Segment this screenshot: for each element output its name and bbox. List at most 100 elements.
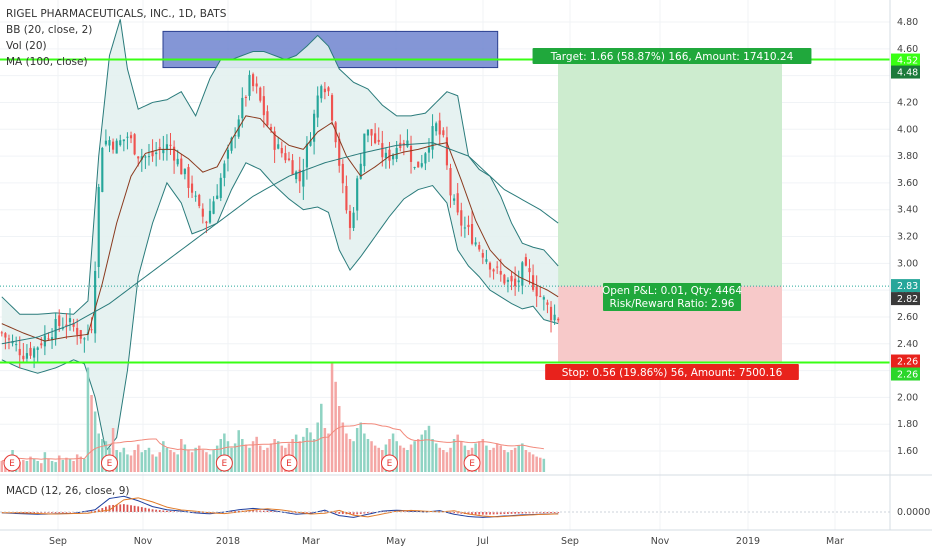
price-axis-tick: 2.00 [897, 392, 918, 403]
volume-bar [503, 450, 506, 472]
volume-bar [309, 432, 312, 472]
macd-histogram-bar [133, 505, 136, 512]
volume-bar [409, 444, 413, 472]
candle-body [305, 143, 308, 168]
volume-bar [68, 458, 72, 472]
volume-bar [212, 450, 215, 472]
target-label-text: Target: 1.66 (58.87%) 166, Amount: 17410… [550, 51, 794, 63]
price-tag-label: 4.48 [897, 68, 918, 79]
macd-histogram-bar [144, 507, 147, 512]
candle-body [176, 158, 179, 165]
volume-bar [524, 450, 528, 472]
candle-body [467, 224, 470, 228]
candle-body [190, 183, 194, 193]
volume-bar [276, 441, 280, 472]
volume-bar [147, 447, 151, 472]
candle-body [115, 140, 118, 154]
time-axis-tick: Sep [49, 536, 67, 547]
candle-body [7, 338, 11, 340]
candle-body [481, 253, 484, 258]
candle-body [517, 280, 520, 283]
time-axis-tick: Jul [476, 536, 488, 547]
volume-bar [316, 422, 319, 472]
volume-bar [190, 452, 194, 472]
volume-bar [539, 457, 542, 472]
volume-bar [348, 439, 352, 472]
volume-bar [40, 463, 43, 472]
ma-indicator-label[interactable]: MA (100, close) [6, 54, 226, 70]
volume-bar [205, 452, 208, 472]
candle-body [456, 193, 459, 213]
candle-body [435, 123, 438, 132]
volume-bar [61, 459, 65, 472]
candle-body [101, 147, 104, 192]
price-chart[interactable]: Target: 1.66 (58.87%) 166, Amount: 17410… [0, 0, 932, 550]
time-axis-tick: Nov [651, 536, 670, 547]
volume-bar [144, 450, 147, 472]
candle-body [370, 129, 373, 136]
bb-indicator-label[interactable]: BB (20, close, 2) [6, 22, 226, 38]
earnings-marker-label: E [222, 459, 228, 469]
price-tag: 2.82 [891, 292, 920, 306]
price-axis-tick: 2.40 [897, 339, 918, 350]
candle-body [445, 137, 448, 166]
price-axis-tick: 4.00 [897, 124, 918, 135]
candle-body [442, 130, 445, 136]
candle-body [449, 168, 452, 196]
candle-body [521, 262, 524, 286]
volume-bar [47, 458, 50, 472]
volume-bar [75, 454, 79, 472]
candle-body [226, 149, 230, 159]
candle-body [499, 271, 502, 275]
symbol-title[interactable]: RIGEL PHARMACEUTICALS, INC., 1D, BATS [6, 6, 226, 22]
candle-body [535, 286, 538, 297]
candle-body [320, 86, 323, 99]
candle-body [29, 347, 32, 356]
candle-body [291, 160, 294, 175]
candle-body [384, 152, 387, 159]
time-axis-tick: 2018 [216, 536, 240, 547]
volume-bar [456, 434, 459, 472]
macd-histogram-bar [140, 507, 143, 512]
macd-histogram-bar [58, 512, 61, 513]
candle-body [338, 138, 341, 166]
volume-bar [449, 447, 452, 472]
macd-indicator-label[interactable]: MACD (12, 26, close, 9) [6, 485, 129, 497]
candle-body [388, 149, 391, 161]
candle-body [144, 156, 147, 158]
volume-bar [176, 454, 179, 472]
price-tag-label: 2.26 [897, 370, 918, 381]
candle-body [474, 242, 477, 245]
volume-bar [438, 447, 441, 472]
candle-body [539, 295, 542, 297]
candle-body [4, 333, 7, 338]
macd-histogram-bar [130, 505, 132, 512]
risk-reward-label: Risk/Reward Ratio: 2.96 [610, 298, 735, 310]
volume-bar [251, 441, 255, 472]
candle-body [223, 163, 226, 178]
volume-bar [363, 433, 366, 472]
candle-body [212, 201, 215, 214]
candle-body [366, 129, 370, 136]
volume-bar [485, 445, 488, 472]
price-tag-label: 2.82 [897, 294, 918, 305]
candle-body [18, 348, 21, 356]
candle-body [348, 210, 352, 228]
candle-body [255, 83, 258, 87]
volume-bar [431, 439, 434, 472]
candle-body [492, 269, 495, 272]
price-axis-tick: 3.80 [897, 151, 918, 162]
candle-body [546, 302, 549, 305]
candle-body [470, 224, 474, 244]
chart-root: Target: 1.66 (58.87%) 166, Amount: 17410… [0, 0, 932, 550]
volume-indicator-label[interactable]: Vol (20) [6, 38, 226, 54]
macd-histogram-bar [517, 512, 520, 514]
candle-body [216, 195, 219, 199]
candle-body [241, 97, 244, 119]
candle-body [119, 140, 122, 146]
macd-histogram-bar [61, 512, 64, 513]
target-label: Target: 1.66 (58.87%) 166, Amount: 17410… [532, 48, 812, 64]
macd-histogram-bar [481, 512, 484, 515]
candle-body [524, 257, 527, 266]
candle-body [280, 147, 283, 154]
